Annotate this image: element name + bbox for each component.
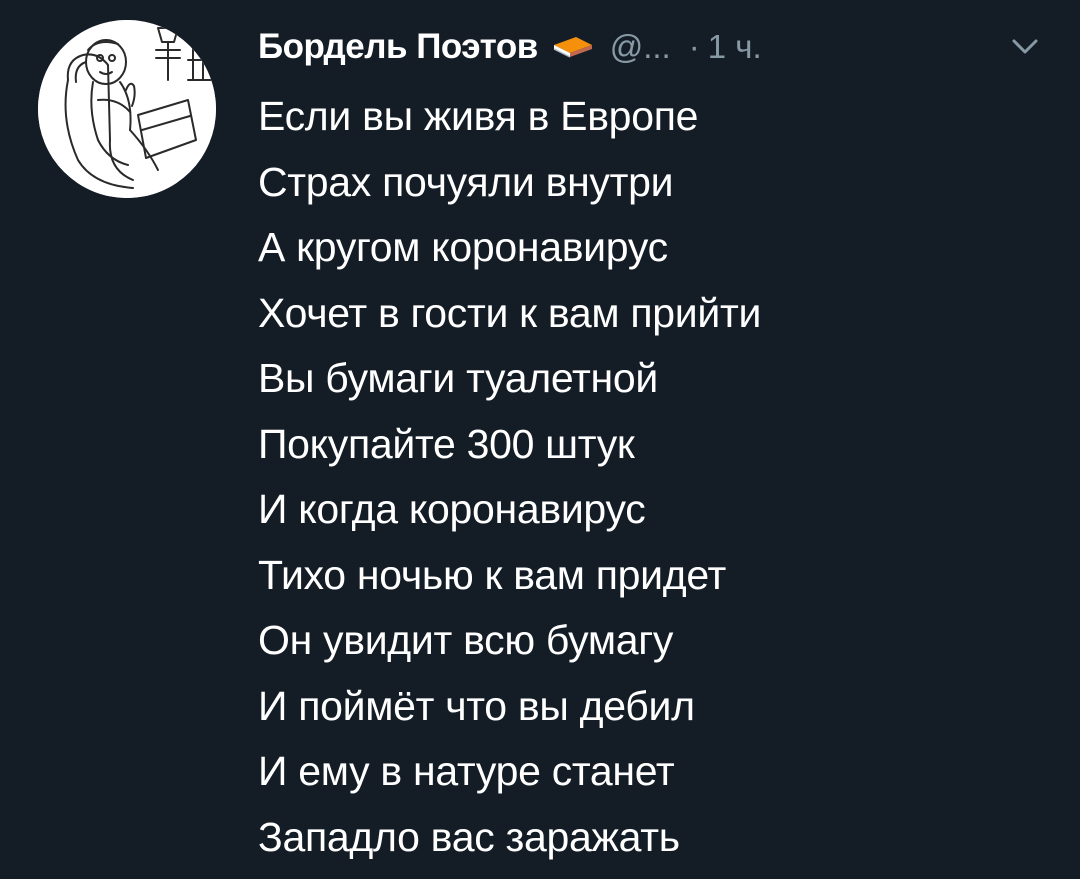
tweet[interactable]: Бордель Поэтов @... · 1 ч. Если вы живя … <box>0 0 1080 879</box>
avatar[interactable] <box>38 20 216 198</box>
tweet-line: Он увидит всю бумагу <box>258 617 674 663</box>
separator-dot: · <box>688 28 700 65</box>
avatar-sketch-image <box>38 20 216 198</box>
tweet-header: Бордель Поэтов @... · 1 ч. <box>258 22 762 72</box>
tweet-line: И ему в натуре станет <box>258 748 675 794</box>
timestamp[interactable]: 1 ч. <box>708 28 762 66</box>
orange-book-icon <box>552 35 594 59</box>
tweet-line: Вы бумаги туалетной <box>258 355 658 401</box>
chevron-down-icon[interactable] <box>1010 36 1040 58</box>
tweet-line: И когда коронавирус <box>258 486 646 532</box>
tweet-line: И поймёт что вы дебил <box>258 682 695 729</box>
tweet-text: Если вы живя в Европе Страх почуяли внут… <box>258 84 761 870</box>
tweet-line: Если вы живя в Европе <box>258 93 699 139</box>
display-name[interactable]: Бордель Поэтов <box>258 27 538 67</box>
tweet-line: Страх почуяли внутри <box>258 158 674 205</box>
tweet-line: Покупайте 300 штук <box>258 420 635 467</box>
tweet-line: А кругом коронавирус <box>258 224 668 270</box>
username-handle[interactable]: @... <box>610 28 671 66</box>
tweet-line: Хочет в гости к вам прийти <box>258 289 762 336</box>
tweet-line: Тихо ночью к вам придет <box>258 551 726 598</box>
tweet-line: Западло вас заражать <box>258 813 680 860</box>
